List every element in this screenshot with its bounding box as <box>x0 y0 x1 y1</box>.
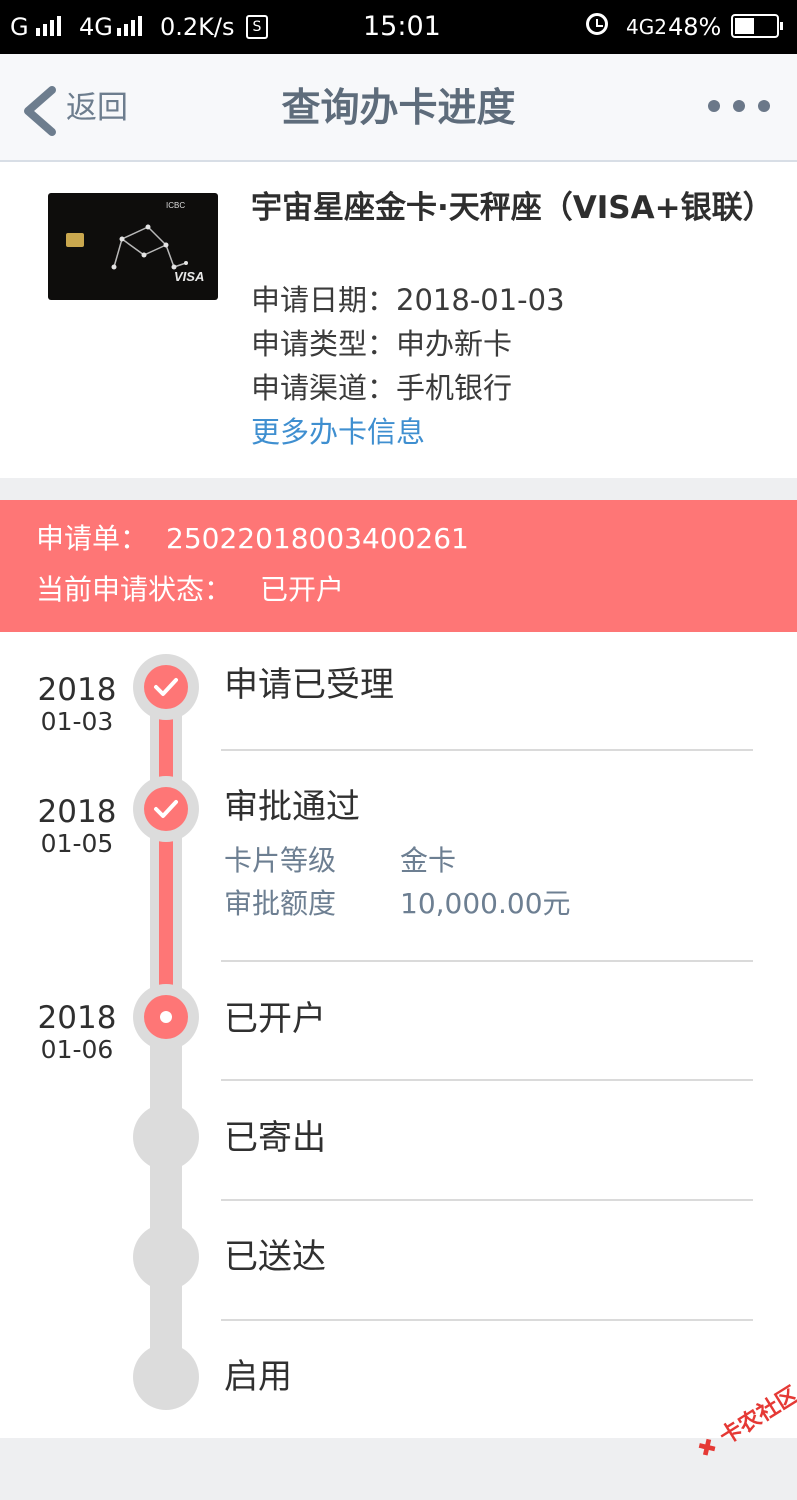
step-year: 2018 <box>37 794 117 830</box>
step-year: 2018 <box>37 1000 117 1036</box>
divider <box>221 1199 753 1201</box>
step-title: 已送达 <box>224 1237 326 1277</box>
order-row: 申请单： 25022018003400261 <box>36 520 469 558</box>
alarm-icon <box>586 13 608 35</box>
apply-channel-row: 申请渠道：手机银行 <box>251 368 512 408</box>
apply-date-label: 申请日期： <box>251 283 397 317</box>
step-date: 2018 01-05 <box>24 794 130 858</box>
more-options-icon[interactable] <box>708 100 770 112</box>
step-node-delivered <box>133 1224 199 1290</box>
status-value: 已开户 <box>260 573 345 606</box>
step-node-accepted <box>133 654 199 720</box>
order-label: 申请单： <box>36 522 149 555</box>
carrier-label: G <box>10 13 29 41</box>
card-visa-logo: VISA <box>174 269 205 284</box>
card-name: 宇宙星座金卡·天秤座（VISA+银联） <box>251 190 774 226</box>
nav-bar: 返回 查询办卡进度 <box>0 54 797 162</box>
divider <box>221 1319 753 1321</box>
network-type: 4G <box>79 13 113 41</box>
apply-date-value: 2018-01-03 <box>396 283 565 317</box>
divider <box>221 749 753 751</box>
timeline-progress-track <box>159 672 173 1017</box>
card-chip-icon <box>66 233 84 247</box>
step-node-activated <box>133 1344 199 1410</box>
step-node-shipped <box>133 1104 199 1170</box>
current-dot-icon <box>160 1011 172 1023</box>
card-bank-logo: ICBC <box>166 201 186 210</box>
status-banner: 申请单： 25022018003400261 当前申请状态： 已开户 <box>0 500 797 632</box>
step-month-day: 01-05 <box>40 829 114 858</box>
more-card-info-link[interactable]: 更多办卡信息 <box>251 412 425 452</box>
step-title: 启用 <box>224 1357 292 1397</box>
step-title: 已开户 <box>224 999 326 1039</box>
status-row: 当前申请状态： 已开户 <box>36 571 344 609</box>
network-type-2: 4G2 <box>626 15 667 39</box>
detail-card-level: 卡片等级 金卡 <box>224 841 456 881</box>
step-month-day: 01-06 <box>40 1035 114 1064</box>
signal-icon <box>36 14 61 36</box>
progress-timeline: 2018 01-03 申请已受理 2018 01-05 审批通过 卡片等级 金卡… <box>0 632 797 1438</box>
check-icon <box>154 800 178 818</box>
check-icon <box>154 678 178 696</box>
step-node-approved <box>133 776 199 842</box>
divider <box>221 1079 753 1081</box>
step-date: 2018 01-03 <box>24 672 130 736</box>
battery-percent: 48% <box>668 13 722 41</box>
detail-value: 10,000.00元 <box>400 887 571 920</box>
detail-label: 卡片等级 <box>224 844 337 877</box>
detail-label: 审批额度 <box>224 887 337 920</box>
detail-value: 金卡 <box>400 844 457 877</box>
step-node-opened <box>133 984 199 1050</box>
page-title: 查询办卡进度 <box>281 86 516 131</box>
step-date: 2018 01-06 <box>24 1000 130 1064</box>
apply-date-row: 申请日期：2018-01-03 <box>251 280 565 320</box>
sim-icon: S <box>246 15 268 39</box>
battery-fill <box>735 18 755 34</box>
card-info-section: ICBC VISA 宇宙星座金卡·天秤座（VISA+银联） 申请日期：2018-… <box>0 162 797 478</box>
apply-type-row: 申请类型：申办新卡 <box>251 324 512 364</box>
step-year: 2018 <box>37 672 117 708</box>
status-bar: G 4G 0.2K/s S 15:01 4G2 48% <box>0 0 797 54</box>
clock: 15:01 <box>363 11 441 42</box>
signal-icon-2 <box>117 14 142 36</box>
step-title: 申请已受理 <box>224 665 394 705</box>
detail-credit-limit: 审批额度 10,000.00元 <box>224 884 571 924</box>
battery-icon <box>731 14 783 38</box>
step-month-day: 01-03 <box>40 707 114 736</box>
card-image: ICBC VISA <box>48 193 218 300</box>
order-number: 25022018003400261 <box>166 522 469 555</box>
divider <box>221 960 753 962</box>
network-speed: 0.2K/s <box>160 13 235 41</box>
step-title: 审批通过 <box>224 787 360 827</box>
status-label: 当前申请状态： <box>36 573 233 606</box>
apply-type-value: 申办新卡 <box>396 327 513 361</box>
apply-channel-label: 申请渠道： <box>251 371 397 405</box>
apply-channel-value: 手机银行 <box>396 371 513 405</box>
step-title: 已寄出 <box>224 1118 326 1158</box>
apply-type-label: 申请类型： <box>251 327 397 361</box>
